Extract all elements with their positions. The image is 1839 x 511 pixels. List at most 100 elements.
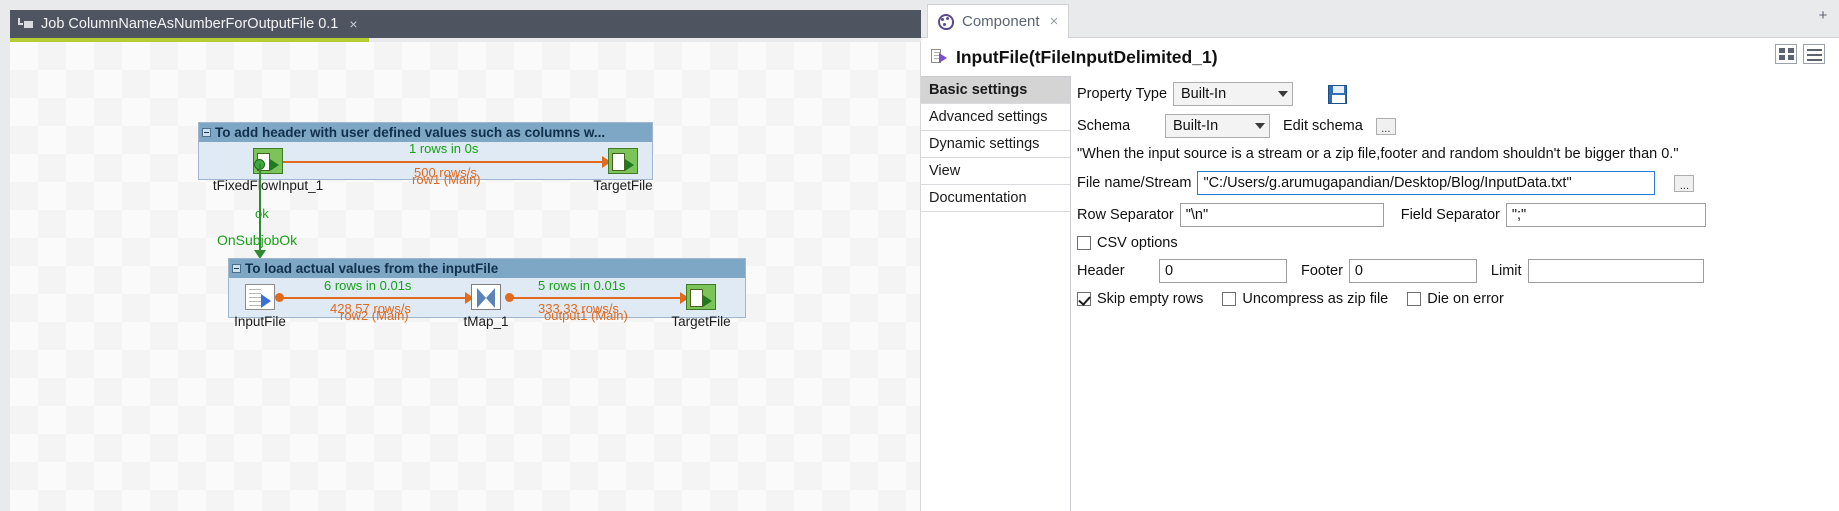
options-checkbox-row: Skip empty rows Uncompress as zip file D… — [1077, 291, 1839, 307]
header-input[interactable]: 0 — [1159, 259, 1287, 283]
settings-tab-advanced[interactable]: Advanced settings — [921, 104, 1070, 131]
die-on-error-label: Die on error — [1427, 291, 1504, 307]
csv-options-checkbox[interactable] — [1077, 236, 1091, 250]
field-separator-label: Field Separator — [1400, 207, 1500, 223]
component-header: InputFile(tFileInputDelimited_1) — [921, 38, 1839, 76]
header-footer-limit-row: Header 0 Footer 0 Limit — [1077, 259, 1839, 283]
file-name-value: "C:/Users/g.arumugapandian/Desktop/Blog/… — [1203, 175, 1572, 191]
tmap-icon — [471, 284, 501, 310]
limit-input[interactable] — [1527, 259, 1704, 283]
edit-schema-button[interactable]: ... — [1375, 117, 1396, 135]
schema-row: Schema Built-In Edit schema ... — [1077, 114, 1839, 138]
node-label-inputfile: InputFile — [234, 314, 286, 329]
skip-empty-rows-option[interactable]: Skip empty rows — [1077, 291, 1203, 307]
schema-select[interactable]: Built-In — [1165, 114, 1270, 138]
page-title: InputFile(tFileInputDelimited_1) — [956, 46, 1218, 67]
settings-tab-list: Basic settings Advanced settings Dynamic… — [921, 76, 1071, 511]
job-icon — [18, 17, 34, 31]
settings-tab-documentation[interactable]: Documentation — [921, 185, 1070, 212]
tab-component-label: Component — [962, 13, 1040, 30]
subjob1-link-line[interactable] — [272, 161, 604, 163]
settings-tab-documentation-label: Documentation — [929, 190, 1027, 206]
node-targetfile-2[interactable]: TargetFile — [671, 284, 731, 329]
header-label: Header — [1077, 263, 1125, 279]
subjob2-link1-stat-rows: 6 rows in 0.01s — [324, 278, 412, 293]
subjob2-link1-label: row2 (Main) — [340, 308, 409, 323]
uncompress-option[interactable]: Uncompress as zip file — [1222, 291, 1388, 307]
file-name-input[interactable]: "C:/Users/g.arumugapandian/Desktop/Blog/… — [1197, 171, 1656, 195]
csv-options-row: CSV options — [1077, 235, 1839, 251]
settings-tab-basic-label: Basic settings — [929, 82, 1028, 98]
file-name-row: File name/Stream "C:/Users/g.arumugapand… — [1077, 171, 1839, 195]
file-output-icon — [686, 284, 716, 310]
job-tab-label: Job ColumnNameAsNumberForOutputFile 0.1 — [41, 16, 339, 32]
header-buttons — [1775, 44, 1825, 64]
node-targetfile-1[interactable]: TargetFile — [593, 148, 653, 193]
tab-component[interactable]: Component × — [927, 4, 1070, 38]
header-value: 0 — [1165, 263, 1174, 279]
chevron-down-icon — [1278, 91, 1289, 97]
settings-tab-basic[interactable]: Basic settings — [921, 77, 1070, 104]
uncompress-label: Uncompress as zip file — [1242, 291, 1389, 307]
uncompress-checkbox[interactable] — [1222, 292, 1237, 306]
file-output-icon — [608, 148, 638, 174]
schema-value: Built-In — [1173, 118, 1219, 134]
component-doc-icon — [931, 49, 949, 65]
row-separator-label: Row Separator — [1077, 207, 1174, 223]
add-tab-icon[interactable]: + — [1815, 8, 1831, 24]
schema-label: Schema — [1077, 118, 1131, 134]
node-label-targetfile-2: TargetFile — [671, 314, 731, 329]
list-view-button[interactable] — [1803, 44, 1825, 64]
footer-input[interactable]: 0 — [1348, 259, 1477, 283]
close-icon[interactable]: × — [349, 16, 357, 32]
edit-schema-label: Edit schema — [1283, 118, 1363, 134]
die-on-error-option[interactable]: Die on error — [1407, 291, 1504, 307]
csv-options-label: CSV options — [1097, 235, 1178, 251]
field-separator-value: ";" — [1511, 207, 1527, 223]
warning-text: "When the input source is a stream or a … — [1077, 146, 1679, 162]
subjob1-link-label: row1 (Main) — [412, 172, 481, 187]
row-separator-input[interactable]: "\n" — [1179, 203, 1384, 227]
subjob2-link1-line[interactable] — [278, 297, 467, 299]
subjob-title-label-1: To add header with user defined values s… — [215, 125, 606, 140]
file-browse-button[interactable]: ... — [1674, 174, 1695, 192]
skip-empty-rows-label: Skip empty rows — [1097, 291, 1204, 307]
node-label-tmap-1: tMap_1 — [463, 314, 509, 329]
property-type-value: Built-In — [1181, 86, 1227, 102]
design-canvas[interactable]: To add header with user defined values s… — [10, 42, 921, 511]
property-type-row: Property Type Built-In — [1077, 82, 1839, 106]
settings-tab-dynamic[interactable]: Dynamic settings — [921, 131, 1070, 158]
collapse-icon[interactable] — [202, 128, 211, 137]
subjob2-link2-line[interactable] — [508, 297, 682, 299]
skip-empty-rows-checkbox[interactable] — [1077, 292, 1091, 306]
subjob2-link1-source-dot — [275, 293, 284, 302]
save-icon[interactable] — [1328, 84, 1348, 104]
grid-view-button[interactable] — [1775, 44, 1797, 64]
subjob2-link2-source-dot — [505, 293, 514, 302]
node-label-tfixedflowinput-1: tFixedFlowInput_1 — [212, 178, 324, 193]
subjob-title-2[interactable]: To load actual values from the inputFile — [229, 259, 745, 278]
settings-tab-view-label: View — [929, 163, 961, 179]
node-tmap-1[interactable]: tMap_1 — [463, 284, 509, 329]
palette-icon — [938, 13, 954, 30]
settings-tab-advanced-label: Advanced settings — [929, 109, 1048, 125]
property-type-label: Property Type — [1077, 86, 1168, 102]
settings-tab-view[interactable]: View — [921, 158, 1070, 185]
component-panel: Component × + InputFile(tFileInputDelimi… — [921, 0, 1839, 511]
settings-tab-dynamic-label: Dynamic settings — [929, 136, 1040, 152]
job-tab[interactable]: Job ColumnNameAsNumberForOutputFile 0.1 … — [10, 10, 368, 38]
field-separator-input[interactable]: ";" — [1505, 203, 1706, 227]
property-type-select[interactable]: Built-In — [1173, 82, 1294, 106]
footer-value: 0 — [1354, 263, 1363, 279]
component-tab-strip: Component × + — [921, 0, 1839, 38]
trigger-ok-label: ok — [255, 206, 269, 221]
die-on-error-checkbox[interactable] — [1407, 292, 1422, 306]
separator-row: Row Separator "\n" Field Separator ";" — [1077, 203, 1839, 227]
basic-settings-form: Property Type Built-In Schema Built-In E… — [1071, 76, 1839, 511]
file-name-label: File name/Stream — [1077, 175, 1192, 191]
collapse-icon[interactable] — [232, 264, 241, 273]
subjob-title-1[interactable]: To add header with user defined values s… — [199, 123, 652, 142]
close-icon[interactable]: × — [1050, 13, 1059, 30]
node-inputfile[interactable]: InputFile — [234, 284, 286, 329]
subjob2-link2-label: output1 (Main) — [544, 308, 628, 323]
